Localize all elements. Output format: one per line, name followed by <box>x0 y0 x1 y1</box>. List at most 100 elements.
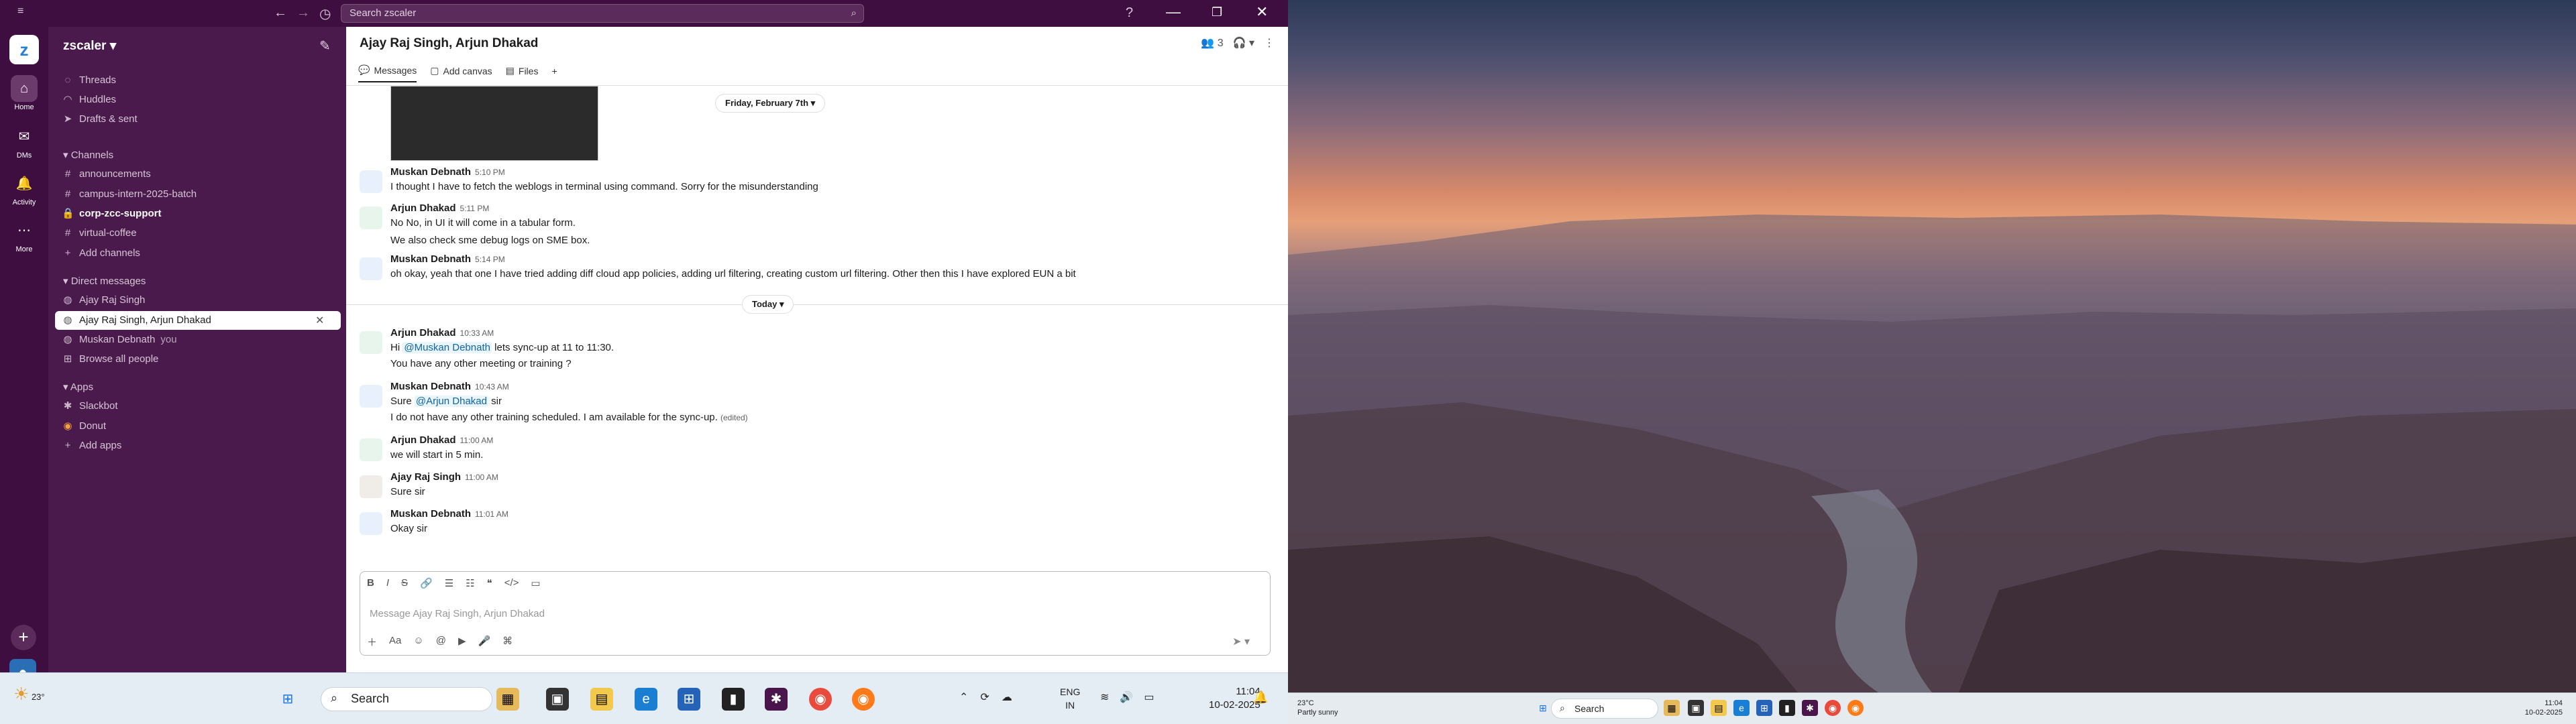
slack-icon[interactable]: ✱ <box>765 688 788 711</box>
battery-icon[interactable]: ▭ <box>1144 690 1154 704</box>
rail-dms[interactable]: ✉ DMs <box>0 123 48 160</box>
start-icon[interactable]: ⊞ <box>1535 700 1551 716</box>
store-icon[interactable]: ⊞ <box>1756 700 1772 716</box>
author-name[interactable]: Muskan Debnath <box>390 166 471 178</box>
code-icon[interactable]: </> <box>504 577 519 589</box>
bold-icon[interactable]: B <box>367 577 374 589</box>
workspace-logo[interactable]: z <box>9 35 39 64</box>
weather-widget[interactable]: ☀ 23° <box>13 684 45 705</box>
avatar[interactable] <box>360 257 382 280</box>
sidebar-item-huddles[interactable]: ◠ Huddles <box>62 90 116 109</box>
firefox-icon[interactable]: ◉ <box>852 688 875 711</box>
rail-more[interactable]: ⋯ More <box>0 217 48 253</box>
rail-home[interactable]: ⌂ Home <box>0 75 48 111</box>
channel-announcements[interactable]: # announcements <box>62 165 151 184</box>
user-mention[interactable]: @Muskan Debnath <box>402 342 492 353</box>
channel-corp-zcc-support[interactable]: 🔒 corp-zcc-support <box>62 204 162 223</box>
language-indicator[interactable]: ENG IN <box>1060 685 1080 712</box>
hamburger-icon[interactable]: ≡ <box>17 5 23 17</box>
edge-icon[interactable]: e <box>1733 700 1750 716</box>
timestamp[interactable]: 11:00 AM <box>460 436 494 445</box>
tab-messages[interactable]: 💬 Messages <box>358 64 417 82</box>
rail-activity[interactable]: 🔔 Activity <box>0 170 48 206</box>
sidebar-item-threads[interactable]: ◌ Threads <box>62 71 117 90</box>
chrome-icon[interactable]: ◉ <box>809 688 832 711</box>
user-avatar[interactable]: ● <box>9 659 36 672</box>
edge-icon[interactable]: e <box>635 688 657 711</box>
avatar[interactable] <box>360 512 382 535</box>
timestamp[interactable]: 11:01 AM <box>475 509 508 519</box>
conversation-title[interactable]: Ajay Raj Singh, Arjun Dhakad <box>360 36 538 51</box>
taskbar-search[interactable]: ⌕ Search <box>321 687 492 711</box>
start-icon[interactable]: ⊞ <box>276 688 299 711</box>
close-dm-icon[interactable]: ✕ <box>315 314 324 327</box>
date-divider-friday[interactable]: Friday, February 7th ▾ <box>715 94 826 113</box>
clock[interactable]: 11:04 10-02-2025 <box>2525 699 2563 717</box>
minimize-button[interactable]: — <box>1166 3 1181 21</box>
widget-icon[interactable]: ▦ <box>1664 700 1680 716</box>
add-tab-button[interactable]: + <box>551 64 557 82</box>
author-name[interactable]: Ajay Raj Singh <box>390 471 461 483</box>
history-icon[interactable]: ◷ <box>319 5 331 22</box>
timestamp[interactable]: 11:00 AM <box>465 473 498 482</box>
back-arrow-icon[interactable]: ← <box>274 5 287 21</box>
channels-section-header[interactable]: ▾ Channels <box>63 149 113 161</box>
volume-icon[interactable]: 🔊 <box>1120 690 1133 704</box>
channel-campus-intern[interactable]: # campus-intern-2025-batch <box>62 185 197 204</box>
channel-virtual-coffee[interactable]: # virtual-coffee <box>62 224 137 243</box>
help-icon[interactable]: ? <box>1126 5 1133 21</box>
browse-people-button[interactable]: ⊞ Browse all people <box>62 350 159 369</box>
members-button[interactable]: 👥 3 <box>1201 36 1223 50</box>
author-name[interactable]: Muskan Debnath <box>390 253 471 265</box>
file-explorer-icon[interactable]: ▤ <box>1711 700 1727 716</box>
terminal-icon[interactable]: ▮ <box>722 688 745 711</box>
avatar[interactable] <box>360 475 382 498</box>
dm-self[interactable]: ◍ Muskan Debnath you <box>62 330 176 349</box>
chevron-up-icon[interactable]: ⌃ <box>959 690 968 704</box>
shortcut-icon[interactable]: ⌘ <box>502 635 513 649</box>
blockquote-icon[interactable]: ❝ <box>487 577 492 589</box>
forward-arrow-icon[interactable]: → <box>297 5 310 21</box>
italic-icon[interactable]: I <box>386 577 389 589</box>
chrome-icon[interactable]: ◉ <box>1825 700 1841 716</box>
tab-add-canvas[interactable]: ▢ Add canvas <box>430 64 492 82</box>
store-icon[interactable]: ⊞ <box>678 688 700 711</box>
link-icon[interactable]: 🔗 <box>420 577 433 589</box>
microphone-icon[interactable]: 🎤 <box>478 635 490 649</box>
avatar[interactable] <box>360 331 382 354</box>
timestamp[interactable]: 5:14 PM <box>475 255 505 264</box>
workspace-name[interactable]: zscaler ▾ <box>63 38 116 54</box>
add-channels-button[interactable]: + Add channels <box>62 244 140 263</box>
notification-bell-icon[interactable]: 🔔 <box>1253 690 1268 705</box>
huddle-icon[interactable]: 🎧 ▾ <box>1233 36 1254 50</box>
bulleted-list-icon[interactable]: ☷ <box>466 577 474 589</box>
kebab-menu-icon[interactable]: ⋮ <box>1264 36 1275 50</box>
search-input[interactable]: Search zscaler ⌕ <box>341 4 864 23</box>
timestamp[interactable]: 10:43 AM <box>475 382 509 391</box>
author-name[interactable]: Muskan Debnath <box>390 381 471 392</box>
terminal-icon[interactable]: ▮ <box>1779 700 1795 716</box>
avatar[interactable] <box>360 206 382 229</box>
slack-icon[interactable]: ✱ <box>1802 700 1818 716</box>
apps-section-header[interactable]: ▾ Apps <box>63 381 93 393</box>
firefox-icon[interactable]: ◉ <box>1847 700 1864 716</box>
timestamp[interactable]: 5:10 PM <box>475 168 505 177</box>
author-name[interactable]: Arjun Dhakad <box>390 327 456 339</box>
avatar[interactable] <box>360 385 382 408</box>
task-view-icon[interactable]: ▣ <box>1688 700 1704 716</box>
sync-icon[interactable]: ⟳ <box>980 690 989 704</box>
dm-group-selected[interactable]: ◍ Ajay Raj Singh, Arjun Dhakad <box>62 311 211 330</box>
message-input[interactable]: Message Ajay Raj Singh, Arjun Dhakad <box>370 608 545 619</box>
dm-ajay[interactable]: ◍ Ajay Raj Singh <box>62 291 145 310</box>
wifi-icon[interactable]: ≋ <box>1100 690 1109 704</box>
compose-icon[interactable]: ✎ <box>319 38 331 54</box>
app-donut[interactable]: ◉ Donut <box>62 417 106 436</box>
task-view-icon[interactable]: ▣ <box>546 688 569 711</box>
attach-plus-icon[interactable]: ＋ <box>367 635 377 649</box>
author-name[interactable]: Muskan Debnath <box>390 508 471 520</box>
author-name[interactable]: Arjun Dhakad <box>390 202 456 214</box>
emoji-icon[interactable]: ☺ <box>413 635 423 649</box>
close-button[interactable]: ✕ <box>1256 3 1268 21</box>
send-button[interactable]: ➤ ▾ <box>1232 635 1250 648</box>
user-mention[interactable]: @Arjun Dhakad <box>414 396 488 407</box>
